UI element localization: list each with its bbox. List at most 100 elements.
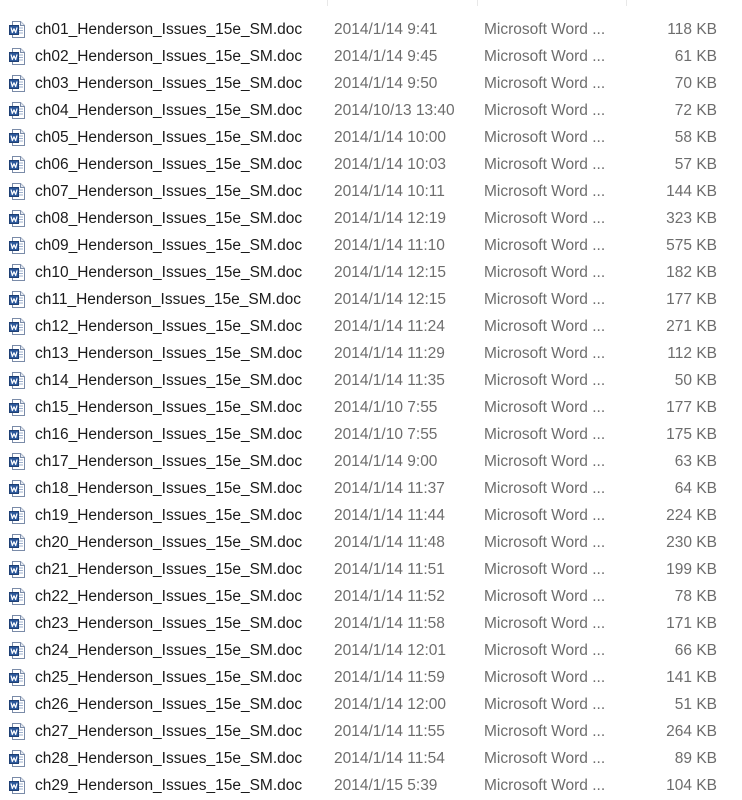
file-date-modified: 2014/1/14 11:55 [334,723,445,740]
file-row[interactable]: ch07_Henderson_Issues_15e_SM.doc 2014/1/… [0,178,742,205]
file-row[interactable]: ch01_Henderson_Issues_15e_SM.doc 2014/1/… [0,16,742,43]
file-row[interactable]: ch23_Henderson_Issues_15e_SM.doc 2014/1/… [0,610,742,637]
word-document-icon [9,156,26,173]
file-date-modified: 2014/1/14 12:00 [334,696,447,713]
file-date-modified: 2014/1/14 10:00 [334,129,447,146]
file-name: ch01_Henderson_Issues_15e_SM.doc [35,21,303,38]
file-date-modified: 2014/1/14 11:44 [334,507,445,524]
word-document-icon [9,129,26,146]
file-date-modified: 2014/1/14 11:59 [334,669,445,686]
file-name: ch23_Henderson_Issues_15e_SM.doc [35,615,303,632]
file-type: Microsoft Word ... [484,534,606,551]
file-type: Microsoft Word ... [484,399,606,416]
file-row[interactable]: ch16_Henderson_Issues_15e_SM.doc 2014/1/… [0,421,742,448]
file-name: ch28_Henderson_Issues_15e_SM.doc [35,750,303,767]
file-size: 70 KB [674,75,717,92]
file-size: 64 KB [674,480,717,497]
file-type: Microsoft Word ... [484,777,606,794]
word-document-icon [9,669,26,686]
file-name: ch07_Henderson_Issues_15e_SM.doc [35,183,303,200]
word-document-icon [9,723,26,740]
word-document-icon [9,750,26,767]
file-date-modified: 2014/1/14 11:10 [334,237,445,254]
file-row[interactable]: ch28_Henderson_Issues_15e_SM.doc 2014/1/… [0,745,742,772]
file-size: 112 KB [667,345,717,362]
file-name: ch17_Henderson_Issues_15e_SM.doc [35,453,303,470]
word-document-icon [9,534,26,551]
file-size: 271 KB [666,318,717,335]
word-document-icon [9,345,26,362]
file-name: ch21_Henderson_Issues_15e_SM.doc [35,561,303,578]
file-name: ch05_Henderson_Issues_15e_SM.doc [35,129,303,146]
word-document-icon [9,210,26,227]
column-divider-date[interactable] [327,0,328,6]
file-type: Microsoft Word ... [484,318,606,335]
file-type: Microsoft Word ... [484,696,606,713]
file-name: ch06_Henderson_Issues_15e_SM.doc [35,156,303,173]
file-type: Microsoft Word ... [484,21,606,38]
file-name: ch18_Henderson_Issues_15e_SM.doc [35,480,303,497]
file-date-modified: 2014/1/15 5:39 [334,777,438,794]
file-row[interactable]: ch12_Henderson_Issues_15e_SM.doc 2014/1/… [0,313,742,340]
file-row[interactable]: ch06_Henderson_Issues_15e_SM.doc 2014/1/… [0,151,742,178]
file-row[interactable]: ch24_Henderson_Issues_15e_SM.doc 2014/1/… [0,637,742,664]
file-row[interactable]: ch14_Henderson_Issues_15e_SM.doc 2014/1/… [0,367,742,394]
file-name: ch27_Henderson_Issues_15e_SM.doc [35,723,303,740]
file-row[interactable]: ch15_Henderson_Issues_15e_SM.doc 2014/1/… [0,394,742,421]
word-document-icon [9,696,26,713]
file-row[interactable]: ch20_Henderson_Issues_15e_SM.doc 2014/1/… [0,529,742,556]
word-document-icon [9,372,26,389]
file-date-modified: 2014/1/10 7:55 [334,399,438,416]
column-divider-type[interactable] [477,0,478,6]
file-name: ch26_Henderson_Issues_15e_SM.doc [35,696,303,713]
column-divider-size[interactable] [626,0,627,6]
file-type: Microsoft Word ... [484,102,606,119]
word-document-icon [9,507,26,524]
file-row[interactable]: ch02_Henderson_Issues_15e_SM.doc 2014/1/… [0,43,742,70]
file-row[interactable]: ch13_Henderson_Issues_15e_SM.doc 2014/1/… [0,340,742,367]
file-date-modified: 2014/1/14 11:29 [334,345,445,362]
file-size: 66 KB [674,642,717,659]
file-row[interactable]: ch29_Henderson_Issues_15e_SM.doc 2014/1/… [0,772,742,799]
file-type: Microsoft Word ... [484,291,606,308]
file-row[interactable]: ch26_Henderson_Issues_15e_SM.doc 2014/1/… [0,691,742,718]
file-date-modified: 2014/1/14 10:11 [334,183,445,200]
file-date-modified: 2014/1/14 11:54 [334,750,445,767]
file-date-modified: 2014/1/10 7:55 [334,426,438,443]
file-size: 182 KB [666,264,717,281]
file-type: Microsoft Word ... [484,264,606,281]
file-row[interactable]: ch17_Henderson_Issues_15e_SM.doc 2014/1/… [0,448,742,475]
file-name: ch09_Henderson_Issues_15e_SM.doc [35,237,303,254]
file-row[interactable]: ch08_Henderson_Issues_15e_SM.doc 2014/1/… [0,205,742,232]
file-size: 264 KB [666,723,717,740]
file-size: 61 KB [674,48,717,65]
word-document-icon [9,480,26,497]
file-row[interactable]: ch10_Henderson_Issues_15e_SM.doc 2014/1/… [0,259,742,286]
file-row[interactable]: ch18_Henderson_Issues_15e_SM.doc 2014/1/… [0,475,742,502]
file-row[interactable]: ch11_Henderson_Issues_15e_SM.doc 2014/1/… [0,286,742,313]
file-date-modified: 2014/1/14 11:35 [334,372,445,389]
file-type: Microsoft Word ... [484,156,606,173]
file-date-modified: 2014/1/14 11:52 [334,588,445,605]
file-row[interactable]: ch25_Henderson_Issues_15e_SM.doc 2014/1/… [0,664,742,691]
file-row[interactable]: ch04_Henderson_Issues_15e_SM.doc 2014/10… [0,97,742,124]
file-name: ch08_Henderson_Issues_15e_SM.doc [35,210,303,227]
file-type: Microsoft Word ... [484,669,606,686]
file-row[interactable]: ch27_Henderson_Issues_15e_SM.doc 2014/1/… [0,718,742,745]
file-type: Microsoft Word ... [484,426,606,443]
file-row[interactable]: ch22_Henderson_Issues_15e_SM.doc 2014/1/… [0,583,742,610]
file-rows: ch01_Henderson_Issues_15e_SM.doc 2014/1/… [0,16,742,799]
file-row[interactable]: ch21_Henderson_Issues_15e_SM.doc 2014/1/… [0,556,742,583]
file-size: 575 KB [666,237,717,254]
word-document-icon [9,291,26,308]
file-size: 199 KB [666,561,717,578]
file-row[interactable]: ch03_Henderson_Issues_15e_SM.doc 2014/1/… [0,70,742,97]
file-type: Microsoft Word ... [484,750,606,767]
file-row[interactable]: ch19_Henderson_Issues_15e_SM.doc 2014/1/… [0,502,742,529]
file-name: ch24_Henderson_Issues_15e_SM.doc [35,642,303,659]
file-row[interactable]: ch09_Henderson_Issues_15e_SM.doc 2014/1/… [0,232,742,259]
word-document-icon [9,426,26,443]
file-row[interactable]: ch05_Henderson_Issues_15e_SM.doc 2014/1/… [0,124,742,151]
file-type: Microsoft Word ... [484,129,606,146]
word-document-icon [9,21,26,38]
